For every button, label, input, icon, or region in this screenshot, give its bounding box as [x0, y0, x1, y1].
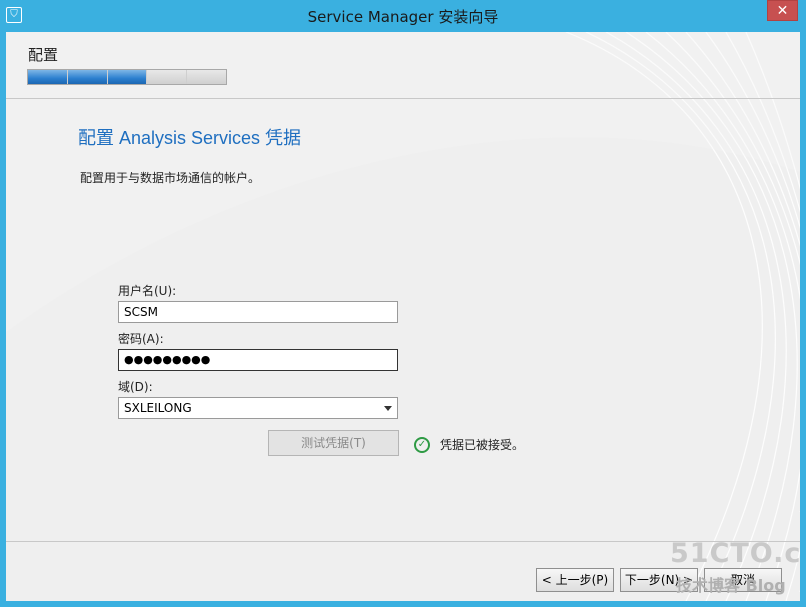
site-watermark: 51CTO.com 技术博客 Blog — [670, 536, 800, 601]
credential-status-text: 凭据已被接受。 — [440, 438, 525, 452]
chevron-down-icon[interactable] — [384, 406, 392, 411]
close-button[interactable]: ✕ — [767, 0, 798, 21]
installer-window: ⛉ Service Manager 安装向导 ✕ 配置 配置 Analysis … — [0, 0, 806, 607]
watermark-main: 51CTO.com — [670, 538, 800, 569]
progress-step — [67, 70, 107, 84]
username-input[interactable]: SCSM — [118, 301, 398, 323]
page-description: 配置用于与数据市场通信的帐户。 — [80, 171, 261, 185]
domain-label: 域(D): — [118, 380, 153, 394]
credential-status: ✓ 凭据已被接受。 — [414, 436, 524, 453]
header-divider — [6, 98, 800, 99]
domain-select[interactable]: SXLEILONG — [118, 397, 398, 419]
password-input[interactable]: ●●●●●●●●● — [118, 349, 398, 371]
watermark-sub: 技术博客 Blog — [676, 576, 786, 595]
password-label: 密码(A): — [118, 332, 164, 346]
wizard-progress-bar — [27, 69, 227, 85]
check-circle-icon: ✓ — [414, 436, 430, 453]
username-label: 用户名(U): — [118, 284, 177, 298]
window-title: Service Manager 安装向导 — [307, 8, 499, 26]
wizard-body: 配置 配置 Analysis Services 凭据 配置用于与数据市场通信的帐… — [6, 32, 800, 601]
test-credentials-button[interactable]: 测试凭据(T) — [268, 430, 399, 456]
previous-button[interactable]: < 上一步(P) — [536, 568, 614, 592]
progress-step — [187, 70, 226, 84]
page-heading: 配置 Analysis Services 凭据 — [78, 128, 302, 148]
domain-select-value: SXLEILONG — [124, 401, 192, 415]
page-section-title: 配置 — [28, 46, 59, 64]
progress-step — [147, 70, 187, 84]
progress-step — [107, 70, 147, 84]
title-bar[interactable]: ⛉ Service Manager 安装向导 ✕ — [0, 0, 806, 32]
progress-step — [28, 70, 67, 84]
